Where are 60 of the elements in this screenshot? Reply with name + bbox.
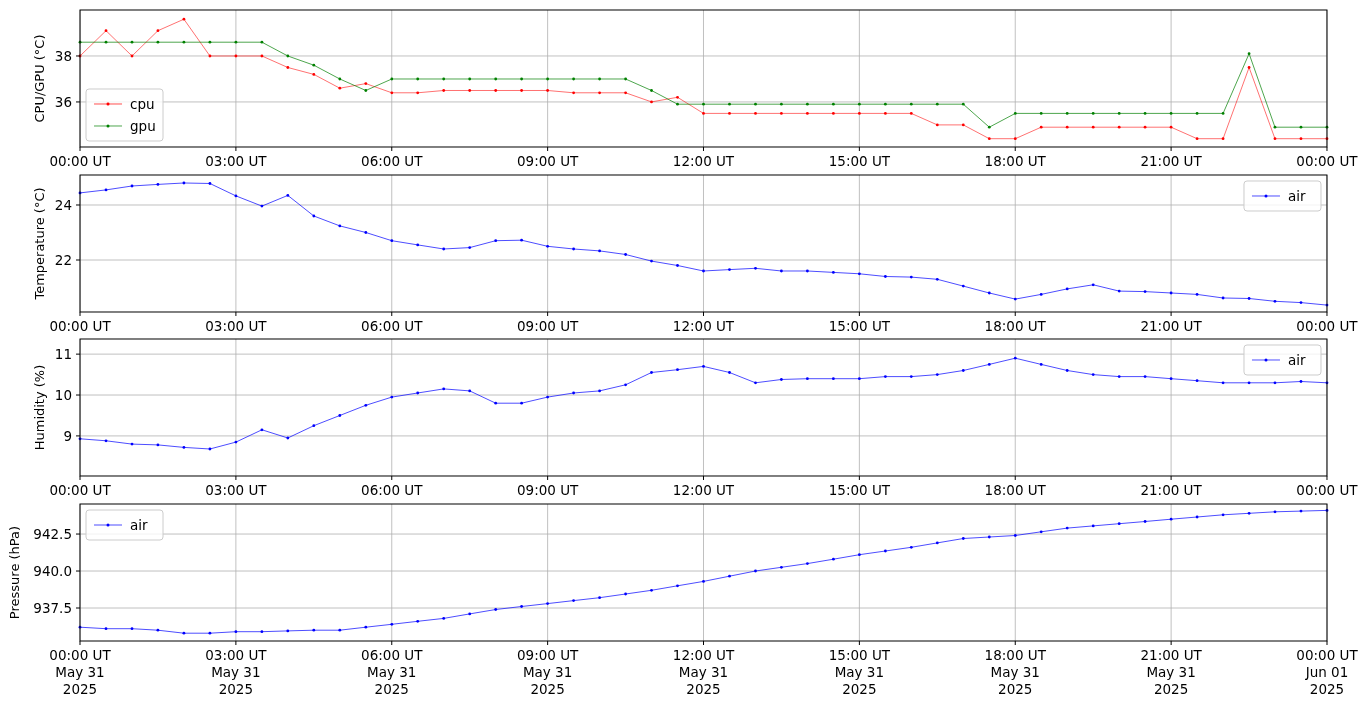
axis-tick-label: 21:00 UT bbox=[1140, 153, 1202, 169]
legend-marker-icon bbox=[1251, 358, 1281, 362]
axis-tick-label: 06:00 UT bbox=[361, 317, 423, 334]
axis-tick-label: 03:00 UT May 31 2025 bbox=[205, 646, 267, 697]
axis-tick-label: 09:00 UT bbox=[517, 482, 579, 499]
axis-tick-label: 00:00 UT bbox=[1296, 153, 1358, 169]
axis-tick-label: 00:00 UT Jun 01 2025 bbox=[1296, 646, 1358, 697]
axis-tick-label: 38 bbox=[54, 47, 72, 64]
axis-tick-label: 36 bbox=[54, 93, 72, 110]
axis-tick-label: 06:00 UT bbox=[361, 482, 423, 499]
axis-tick-label: 09:00 UT bbox=[517, 317, 579, 334]
legend-marker-icon bbox=[93, 124, 123, 128]
axis-label: Humidity (%) bbox=[32, 364, 48, 451]
axis-tick-label: 18:00 UT bbox=[984, 482, 1046, 499]
axis-tick-label: 942.5 bbox=[33, 525, 72, 542]
axis-tick-label: 18:00 UT bbox=[984, 317, 1046, 334]
axis-tick-label: 18:00 UT bbox=[984, 153, 1046, 169]
axis-tick-label: 00:00 UT May 31 2025 bbox=[49, 646, 111, 697]
axis-tick-label: 24 bbox=[54, 196, 72, 213]
axis-tick-label: 00:00 UT bbox=[1296, 317, 1358, 334]
axis-tick-label: 15:00 UT bbox=[828, 482, 890, 499]
axis-tick-label: 00:00 UT bbox=[49, 482, 111, 499]
axis-tick-label: 00:00 UT bbox=[49, 317, 111, 334]
axis-tick-label: 09:00 UT May 31 2025 bbox=[516, 646, 579, 697]
axis-tick-label: 9 bbox=[63, 428, 72, 445]
axis-tick-label: 00:00 UT bbox=[49, 153, 111, 169]
legend-marker-icon bbox=[1251, 194, 1281, 198]
axis-tick-label: 21:00 UT bbox=[1140, 482, 1202, 499]
axis-tick-label: 15:00 UT bbox=[828, 317, 890, 334]
axis-tick-label: 10 bbox=[54, 387, 72, 404]
axis-label: Temperature (°C) bbox=[32, 187, 48, 300]
axis-tick-label: 22 bbox=[54, 251, 72, 268]
axis-tick-label: 12:00 UT May 31 2025 bbox=[672, 646, 735, 697]
axis-tick-label: 12:00 UT bbox=[672, 482, 735, 499]
axis-tick-label: 18:00 UT May 31 2025 bbox=[984, 646, 1046, 697]
axis-tick-label: 06:00 UT bbox=[361, 153, 423, 169]
axis-tick-label: 12:00 UT bbox=[672, 317, 735, 334]
legend-label: cpu bbox=[130, 96, 155, 112]
legend-label: air bbox=[130, 516, 148, 533]
axis-tick-label: 12:00 UT bbox=[672, 153, 735, 169]
axis-tick-label: 03:00 UT bbox=[205, 153, 267, 169]
axis-tick-label: 15:00 UT bbox=[828, 153, 890, 169]
axis-tick-label: 03:00 UT bbox=[205, 482, 267, 499]
axis-tick-label: 11 bbox=[54, 346, 72, 363]
legend-label: gpu bbox=[130, 118, 156, 134]
axis-tick-label: 09:00 UT bbox=[517, 153, 579, 169]
legend-marker-icon bbox=[93, 102, 123, 106]
axis-tick-label: 00:00 UT bbox=[1296, 482, 1358, 499]
axis-tick-label: 03:00 UT bbox=[205, 317, 267, 334]
legend-label: air bbox=[1288, 352, 1306, 369]
legend-label: air bbox=[1288, 187, 1306, 204]
axis-tick-label: 937.5 bbox=[33, 599, 72, 616]
axis-tick-label: 940.0 bbox=[33, 562, 72, 579]
axis-tick-label: 15:00 UT May 31 2025 bbox=[828, 646, 891, 697]
axis-tick-label: 21:00 UT May 31 2025 bbox=[1140, 646, 1202, 697]
axis-tick-label: 06:00 UT May 31 2025 bbox=[361, 646, 423, 697]
axis-label: CPU/GPU (°C) bbox=[32, 34, 48, 123]
legend-marker-icon bbox=[93, 523, 123, 527]
axis-label: Pressure (hPa) bbox=[7, 525, 22, 619]
axis-tick-label: 21:00 UT bbox=[1140, 317, 1202, 334]
